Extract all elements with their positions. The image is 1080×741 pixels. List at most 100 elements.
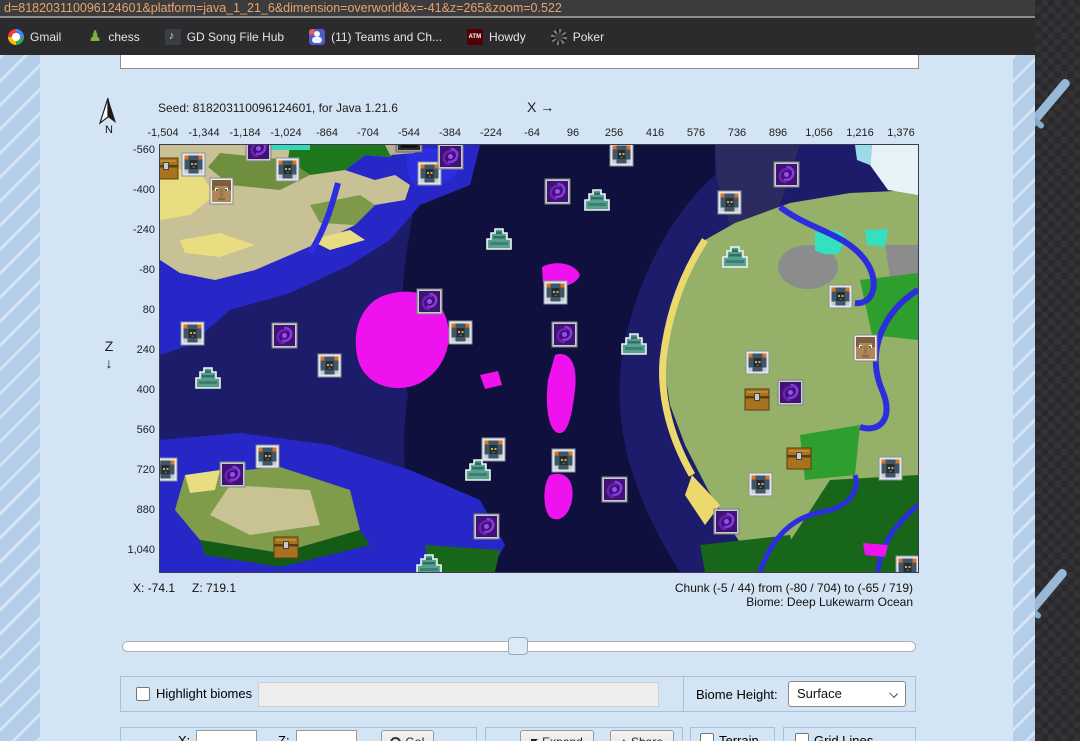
- chess-pawn-icon: [86, 29, 102, 45]
- share-button[interactable]: ↑ Share: [610, 730, 674, 741]
- x-tick: -64: [524, 127, 540, 139]
- ruined-portal-marker[interactable]: [272, 323, 297, 348]
- ruined-portal-marker[interactable]: [438, 145, 463, 169]
- x-tick: -384: [439, 127, 461, 139]
- biome-height-label: Biome Height:: [696, 687, 778, 702]
- x-tick: 576: [687, 127, 705, 139]
- trial-chambers-marker[interactable]: [449, 321, 472, 344]
- cursor-x-readout: X: -74.1: [133, 581, 175, 595]
- bookmark-label: (11) Teams and Ch...: [331, 30, 442, 44]
- trial-chambers-marker[interactable]: [181, 322, 204, 345]
- trial-chambers-marker[interactable]: [746, 351, 769, 374]
- ruined-portal-marker[interactable]: [602, 477, 627, 502]
- trial-chambers-marker[interactable]: [544, 281, 567, 304]
- x-tick: 736: [728, 127, 746, 139]
- ruined-portal-marker[interactable]: [474, 514, 499, 539]
- music-note-icon: [165, 29, 181, 45]
- trial-chambers-marker[interactable]: [829, 285, 852, 308]
- ancient-city-marker[interactable]: [396, 145, 422, 152]
- buried-treasure-marker[interactable]: [160, 158, 178, 179]
- ruined-portal-marker[interactable]: [246, 145, 271, 161]
- buried-treasure-marker[interactable]: [274, 537, 298, 558]
- go-button[interactable]: Go!: [381, 730, 434, 741]
- goto-z-input[interactable]: [296, 730, 357, 741]
- trial-chambers-marker[interactable]: [318, 354, 341, 377]
- ruined-portal-marker[interactable]: [714, 509, 739, 534]
- grid-lines-label: Grid Lines: [814, 733, 873, 741]
- ruined-portal-marker[interactable]: [774, 162, 799, 187]
- bookmark-label: Gmail: [30, 30, 61, 44]
- highlight-biomes-input[interactable]: [258, 682, 659, 707]
- buried-treasure-marker[interactable]: [745, 389, 769, 410]
- bookmark-label: GD Song File Hub: [187, 30, 284, 44]
- x-tick: 896: [769, 127, 787, 139]
- x-tick: 416: [646, 127, 664, 139]
- url-text: d=818203110096124601&platform=java_1_21_…: [4, 1, 562, 15]
- seed-input-cutoff[interactable]: [120, 55, 919, 69]
- bookmark-gd-song-file-hub[interactable]: GD Song File Hub: [165, 29, 284, 45]
- chunk-status: Chunk (-5 / 44) from (-80 / 704) to (-65…: [675, 581, 913, 609]
- browser-window: d=818203110096124601&platform=java_1_21_…: [0, 0, 1035, 741]
- zoom-slider-handle[interactable]: [508, 637, 528, 655]
- trial-chambers-marker[interactable]: [749, 473, 772, 496]
- trial-chambers-marker[interactable]: [552, 449, 575, 472]
- chunk-readout: Chunk (-5 / 44) from (-80 / 704) to (-65…: [675, 581, 913, 595]
- poker-chip-icon: [551, 29, 567, 45]
- x-tick: 1,056: [805, 127, 833, 139]
- bookmark-poker[interactable]: Poker: [551, 29, 604, 45]
- z-tick: 880: [137, 504, 155, 516]
- z-tick: -240: [133, 224, 155, 236]
- bookmark--11-teams-and-ch-[interactable]: (11) Teams and Ch...: [309, 29, 442, 45]
- page-wallpaper-right: [1013, 55, 1035, 741]
- grid-lines-checkbox[interactable]: [795, 733, 809, 741]
- z-axis-label: Z↓: [101, 338, 117, 372]
- trial-chambers-marker[interactable]: [276, 158, 299, 181]
- bookmark-gmail[interactable]: Gmail: [8, 29, 61, 45]
- z-tick: 560: [137, 424, 155, 436]
- expand-button[interactable]: Expand: [520, 730, 594, 741]
- ruined-portal-marker[interactable]: [552, 322, 577, 347]
- z-tick: 400: [137, 384, 155, 396]
- village-marker[interactable]: [854, 335, 877, 361]
- bookmark-label: Poker: [573, 30, 604, 44]
- trial-chambers-marker[interactable]: [610, 145, 633, 166]
- goto-x-input[interactable]: [196, 730, 257, 741]
- gmail-icon: [8, 29, 24, 45]
- trial-chambers-marker[interactable]: [256, 445, 279, 468]
- biome-height-select[interactable]: Surface: [788, 681, 906, 707]
- x-tick: -224: [480, 127, 502, 139]
- bookmark-chess[interactable]: chess: [86, 29, 139, 45]
- trial-chambers-marker[interactable]: [879, 457, 902, 480]
- trial-chambers-marker[interactable]: [160, 458, 177, 481]
- biome-controls-box: Highlight biomes Biome Height: Surface: [120, 676, 916, 712]
- x-tick: -1,184: [229, 127, 260, 139]
- bookmarks-bar: Gmail chess GD Song File Hub (11) Teams and…: [0, 18, 1035, 55]
- ruined-portal-marker[interactable]: [417, 289, 442, 314]
- sword-icon: [1035, 77, 1071, 136]
- biome-map[interactable]: [159, 144, 919, 573]
- biome-map-canvas[interactable]: [160, 145, 918, 572]
- highlight-biomes-checkbox[interactable]: [136, 687, 150, 701]
- village-marker[interactable]: [210, 178, 233, 204]
- chevron-down-icon: [889, 689, 898, 698]
- trial-chambers-marker[interactable]: [718, 191, 741, 214]
- ruined-portal-marker[interactable]: [778, 380, 803, 405]
- ruined-portal-marker[interactable]: [545, 179, 570, 204]
- desktop-wallpaper: [1035, 0, 1080, 741]
- location-icon: [390, 737, 401, 741]
- buried-treasure-marker[interactable]: [787, 448, 811, 469]
- terrain-checkbox[interactable]: [700, 733, 714, 741]
- page-content: N Seed: 818203110096124601, for Java 1.2…: [0, 55, 1035, 741]
- bookmark-label: chess: [108, 30, 139, 44]
- x-tick: 1,216: [846, 127, 874, 139]
- trial-chambers-marker[interactable]: [182, 153, 205, 176]
- biome-readout: Biome: Deep Lukewarm Ocean: [675, 595, 913, 609]
- biome-height-value: Surface: [797, 686, 842, 701]
- screen: d=818203110096124601&platform=java_1_21_…: [0, 0, 1080, 741]
- cursor-z-readout: Z: 719.1: [192, 581, 236, 595]
- ruined-portal-marker[interactable]: [220, 462, 245, 487]
- trial-chambers-marker[interactable]: [896, 556, 918, 572]
- bookmark-howdy[interactable]: Howdy: [467, 29, 526, 45]
- trial-chambers-marker[interactable]: [482, 438, 505, 461]
- x-tick: -1,504: [147, 127, 178, 139]
